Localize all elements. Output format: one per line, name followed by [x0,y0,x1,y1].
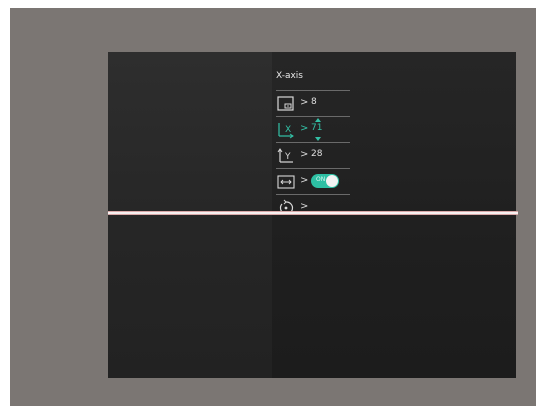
thermal-view: X-axis > 8 X > 71 Y > 28 > ON > [108,52,516,378]
horizontal-calibration-line[interactable] [108,211,518,215]
horizontal-expand-icon [277,175,295,189]
zoom-value: 8 [311,97,317,107]
menu-title: X-axis [276,71,303,81]
menu-row-reset[interactable]: > [276,194,350,221]
toggle-label: ON [316,176,326,183]
y-axis-icon: Y [277,148,293,163]
x-axis-value: 71 [311,123,323,133]
menu-row-zoom[interactable]: > 8 [276,90,350,117]
y-axis-value: 28 [311,149,323,159]
svg-text:X: X [285,125,291,135]
zoom-window-icon [277,96,294,111]
chevron-right-icon: > [300,123,309,134]
toggle-knob [326,175,338,187]
chevron-right-icon: > [300,175,309,186]
chevron-right-icon: > [300,149,309,160]
menu-row-horizontal-toggle[interactable]: > ON [276,168,350,195]
decrease-arrow-icon[interactable] [315,137,321,141]
on-off-toggle[interactable]: ON [311,174,339,188]
menu-row-x-axis[interactable]: X > 71 [276,116,350,143]
menu-row-y-axis[interactable]: Y > 28 [276,142,350,169]
chevron-right-icon: > [300,97,309,108]
x-axis-icon: X [278,123,294,139]
increase-arrow-icon[interactable] [315,118,321,122]
svg-text:Y: Y [284,152,291,162]
